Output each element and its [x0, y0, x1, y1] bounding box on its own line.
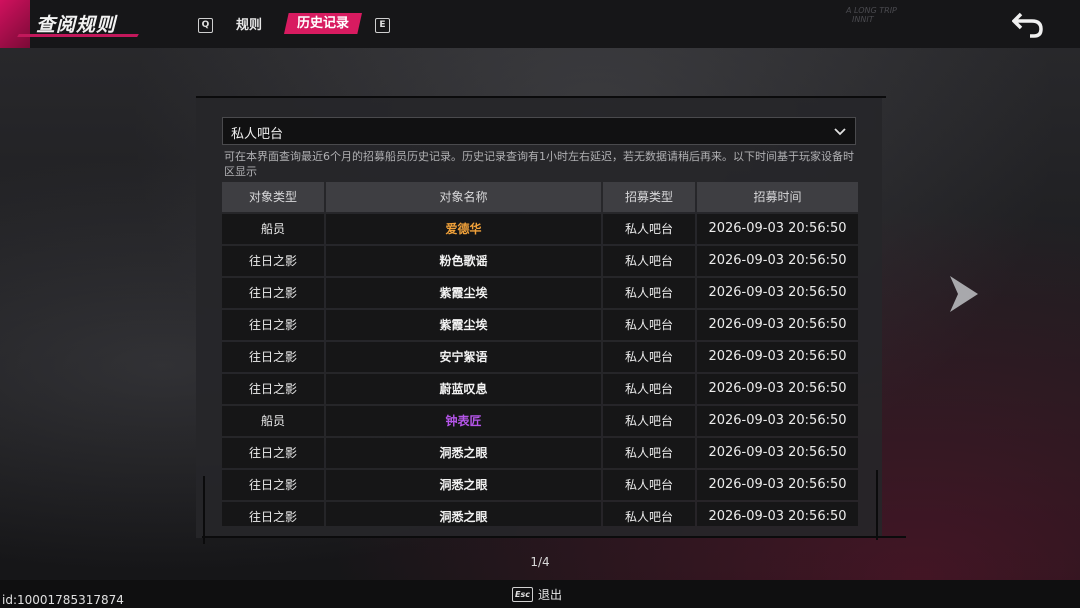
cell-object-type: 往日之影 — [222, 374, 324, 404]
header-recruit-time: 招募时间 — [697, 182, 858, 212]
cell-recruit-type: 私人吧台 — [603, 470, 695, 500]
table-row: 往日之影 紫霞尘埃 私人吧台 2026-09-03 20:56:50 — [222, 278, 858, 308]
cell-recruit-type: 私人吧台 — [603, 278, 695, 308]
cell-recruit-time: 2026-09-03 20:56:50 — [697, 406, 858, 436]
table-row: 往日之影 紫霞尘埃 私人吧台 2026-09-03 20:56:50 — [222, 310, 858, 340]
cell-recruit-time: 2026-09-03 20:56:50 — [697, 438, 858, 468]
cell-object-name: 紫霞尘埃 — [326, 278, 601, 308]
brand-stripe — [0, 0, 30, 48]
cell-recruit-type: 私人吧台 — [603, 246, 695, 276]
header-recruit-type: 招募类型 — [603, 182, 695, 212]
return-arrow-icon — [1011, 12, 1043, 38]
cell-recruit-type: 私人吧台 — [603, 502, 695, 526]
cell-object-name: 紫霞尘埃 — [326, 310, 601, 340]
e-key-hint[interactable]: E — [375, 18, 390, 33]
cell-object-name: 爱德华 — [326, 214, 601, 244]
recruit-type-dropdown[interactable]: 私人吧台 — [222, 117, 856, 145]
cell-recruit-type: 私人吧台 — [603, 374, 695, 404]
cell-recruit-time: 2026-09-03 20:56:50 — [697, 374, 858, 404]
tab-history[interactable]: 历史记录 — [284, 13, 362, 34]
page-indicator: 1/4 — [530, 555, 550, 569]
next-page-button[interactable] — [944, 272, 984, 316]
chevron-right-icon — [950, 276, 978, 312]
cell-object-type: 往日之影 — [222, 470, 324, 500]
cell-object-type: 往日之影 — [222, 342, 324, 372]
cell-object-name: 蔚蓝叹息 — [326, 374, 601, 404]
header-object-name: 对象名称 — [326, 182, 601, 212]
cell-recruit-time: 2026-09-03 20:56:50 — [697, 278, 858, 308]
table-row: 往日之影 洞悉之眼 私人吧台 2026-09-03 20:56:50 — [222, 470, 858, 500]
esc-key-hint[interactable]: Esc — [512, 587, 533, 602]
cell-object-name: 洞悉之眼 — [326, 502, 601, 526]
cell-object-type: 船员 — [222, 214, 324, 244]
cell-recruit-type: 私人吧台 — [603, 310, 695, 340]
table-body[interactable]: 船员 爱德华 私人吧台 2026-09-03 20:56:50 往日之影 粉色歌谣 私人吧台… — [222, 214, 858, 526]
cell-object-type: 往日之影 — [222, 502, 324, 526]
cell-object-name: 粉色歌谣 — [326, 246, 601, 276]
cell-object-type: 往日之影 — [222, 246, 324, 276]
cell-object-name: 洞悉之眼 — [326, 470, 601, 500]
cell-recruit-time: 2026-09-03 20:56:50 — [697, 214, 858, 244]
history-notice: 可在本界面查询最近6个月的招募船员历史记录。历史记录查询有1小时左右延迟，若无数… — [224, 150, 854, 178]
cell-object-type: 往日之影 — [222, 310, 324, 340]
page-title: 查阅规则 — [36, 14, 117, 36]
cell-recruit-time: 2026-09-03 20:56:50 — [697, 470, 858, 500]
table-row: 往日之影 蔚蓝叹息 私人吧台 2026-09-03 20:56:50 — [222, 374, 858, 404]
cell-object-type: 往日之影 — [222, 278, 324, 308]
cell-recruit-time: 2026-09-03 20:56:50 — [697, 342, 858, 372]
cell-recruit-time: 2026-09-03 20:56:50 — [697, 310, 858, 340]
back-button[interactable] — [1011, 10, 1044, 40]
cell-recruit-type: 私人吧台 — [603, 214, 695, 244]
panel-border — [876, 470, 878, 540]
table-row: 往日之影 安宁絮语 私人吧台 2026-09-03 20:56:50 — [222, 342, 858, 372]
cell-object-name: 钟表匠 — [326, 406, 601, 436]
cell-recruit-time: 2026-09-03 20:56:50 — [697, 502, 858, 526]
q-key-hint[interactable]: Q — [198, 18, 213, 33]
watermark-logo: A LONG TRIP INNIT — [846, 6, 897, 24]
cell-object-type: 船员 — [222, 406, 324, 436]
cell-recruit-type: 私人吧台 — [603, 342, 695, 372]
table-row: 往日之影 洞悉之眼 私人吧台 2026-09-03 20:56:50 — [222, 502, 858, 526]
player-id: id:10001785317874 — [2, 593, 124, 607]
table-header: 对象类型 对象名称 招募类型 招募时间 — [222, 182, 858, 212]
table-row: 船员 钟表匠 私人吧台 2026-09-03 20:56:50 — [222, 406, 858, 436]
panel-border — [203, 476, 205, 544]
tab-rules[interactable]: 规则 — [236, 14, 262, 33]
panel-border — [196, 96, 886, 98]
cell-recruit-type: 私人吧台 — [603, 406, 695, 436]
cell-recruit-type: 私人吧台 — [603, 438, 695, 468]
dropdown-selected-value: 私人吧台 — [231, 127, 284, 142]
top-bar — [0, 0, 1080, 48]
tab-history-label: 历史记录 — [296, 16, 349, 31]
table-row: 往日之影 洞悉之眼 私人吧台 2026-09-03 20:56:50 — [222, 438, 858, 468]
panel-border — [202, 536, 906, 538]
table-row: 往日之影 粉色歌谣 私人吧台 2026-09-03 20:56:50 — [222, 246, 858, 276]
cell-object-name: 安宁絮语 — [326, 342, 601, 372]
cell-object-name: 洞悉之眼 — [326, 438, 601, 468]
cell-object-type: 往日之影 — [222, 438, 324, 468]
header-object-type: 对象类型 — [222, 182, 324, 212]
table-row: 船员 爱德华 私人吧台 2026-09-03 20:56:50 — [222, 214, 858, 244]
exit-button[interactable]: 退出 — [538, 586, 562, 603]
cell-recruit-time: 2026-09-03 20:56:50 — [697, 246, 858, 276]
chevron-down-icon — [834, 128, 846, 136]
